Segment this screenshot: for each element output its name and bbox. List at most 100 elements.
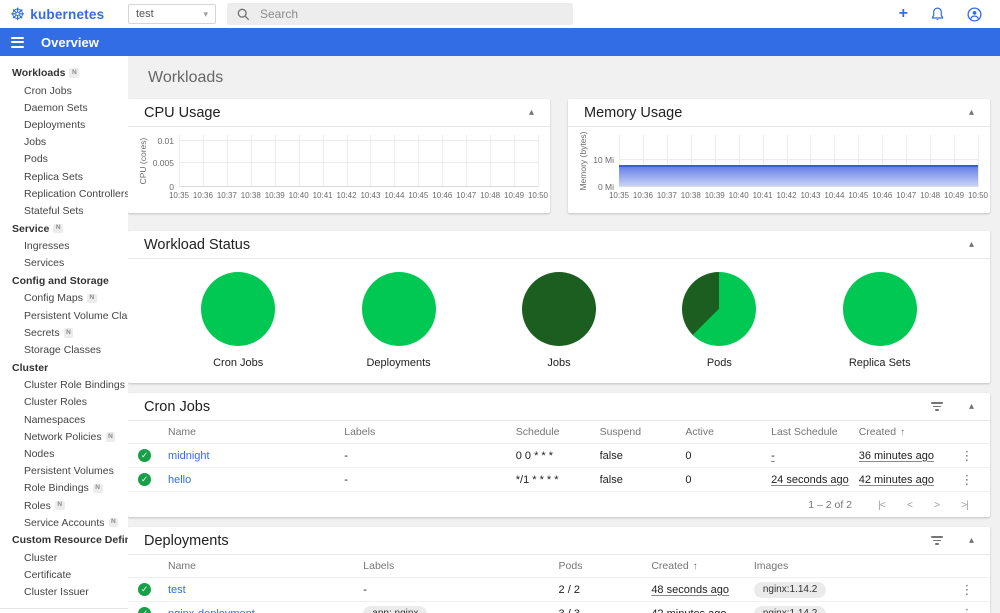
grid-line <box>179 140 538 142</box>
search-icon <box>237 8 250 21</box>
sort-ascending-icon: ↑ <box>900 426 906 438</box>
pie-chart <box>842 272 917 346</box>
collapse-icon[interactable]: ▴ <box>969 535 974 546</box>
add-resource-button[interactable]: + <box>899 6 908 22</box>
suspend-cell: false <box>599 473 623 486</box>
deployments-card: Deployments ▴ Name Labels Pods Created ↑ Imag… <box>128 527 990 613</box>
workload-pie-jobs: Jobs <box>521 272 596 369</box>
namespace-value: test <box>136 8 154 20</box>
sidebar-group-workloads[interactable]: Workloads N <box>0 64 128 82</box>
last-schedule-cell: 24 seconds ago <box>771 473 849 486</box>
suspend-cell: false <box>599 449 623 462</box>
row-actions-menu[interactable]: ⋮ <box>954 582 980 598</box>
kubernetes-logo[interactable]: ☸ kubernetes <box>0 6 128 23</box>
header-actions: + <box>899 6 1000 22</box>
collapse-icon[interactable]: ▴ <box>529 107 534 118</box>
column-header-labels[interactable]: Labels <box>363 560 558 572</box>
sidebar-item-cluster-roles[interactable]: Cluster Roles <box>0 394 128 411</box>
sidebar-group-service[interactable]: Service N <box>0 220 128 238</box>
deployment-name-link[interactable]: test <box>168 584 363 596</box>
x-tick-label: 10:37 <box>656 191 677 200</box>
cron-job-name-link[interactable]: midnight <box>168 450 344 462</box>
sidebar-item-storage-classes[interactable]: Storage Classes <box>0 341 128 358</box>
column-header-created[interactable]: Created ↑ <box>859 426 954 438</box>
memory-usage-card: Memory Usage ▴ Memory (bytes) 0 Mi 10 Mi … <box>568 99 990 213</box>
search-input[interactable] <box>260 7 563 21</box>
first-page-icon[interactable]: |< <box>878 499 886 511</box>
sidebar-item-nodes[interactable]: Nodes <box>0 445 128 462</box>
collapse-icon[interactable]: ▴ <box>969 239 974 250</box>
sidebar-item-cluster-issuer[interactable]: Cluster Issuer <box>0 584 128 601</box>
sidebar-item-cluster-role-bindings[interactable]: Cluster Role Bindings <box>0 377 128 394</box>
sidebar-divider <box>0 607 128 609</box>
sidebar-group-cluster[interactable]: Cluster <box>0 359 128 377</box>
last-page-icon[interactable]: >| <box>961 499 969 511</box>
sidebar-item-service-accounts[interactable]: Service Accounts N <box>0 514 128 531</box>
sidebar-item-cron-jobs[interactable]: Cron Jobs <box>0 82 128 99</box>
pie-label: Pods <box>706 357 732 369</box>
sidebar-item-stateful-sets[interactable]: Stateful Sets <box>0 202 128 219</box>
sidebar-item-replication-controllers[interactable]: Replication Controllers <box>0 185 128 202</box>
sidebar-item-persistent-volume-claims[interactable]: Persistent Volume ClaimsN <box>0 307 128 324</box>
sidebar-group-custom-resource-definitions[interactable]: Custom Resource Definitions <box>0 531 128 549</box>
sidebar-item-role-bindings[interactable]: Role Bindings N <box>0 480 128 497</box>
column-header-name[interactable]: Name <box>168 560 363 572</box>
notifications-bell-icon[interactable] <box>931 7 944 21</box>
sidebar-item-deployments[interactable]: Deployments <box>0 116 128 133</box>
filter-icon[interactable] <box>930 536 943 545</box>
search-bar[interactable] <box>227 3 573 25</box>
sidebar-item-label: Jobs <box>24 136 47 149</box>
sidebar-item-label: Cluster Role Bindings <box>24 379 125 392</box>
cron-job-name-link[interactable]: hello <box>168 474 344 486</box>
sidebar-item-label: Certificate <box>24 569 72 582</box>
column-header-label: Name <box>168 426 197 438</box>
sidebar-item-config-maps[interactable]: Config Maps N <box>0 290 128 307</box>
pie-label: Replica Sets <box>848 357 911 369</box>
sidebar-item-persistent-volumes[interactable]: Persistent Volumes <box>0 463 128 480</box>
new-items-badge: N <box>92 483 103 494</box>
sidebar-item-services[interactable]: Services <box>0 255 128 272</box>
usage-charts-row: CPU Usage ▴ CPU (cores) 0 0.005 0.01 10:35… <box>128 99 990 213</box>
next-page-icon[interactable]: > <box>934 499 940 511</box>
sidebar-item-ingresses[interactable]: Ingresses <box>0 238 128 255</box>
x-tick-label: 10:37 <box>216 191 237 200</box>
column-header-schedule[interactable]: Schedule <box>516 426 600 438</box>
collapse-icon[interactable]: ▴ <box>969 401 974 412</box>
row-actions-menu[interactable]: ⋮ <box>954 472 980 488</box>
sidebar-item-certificate[interactable]: Certificate <box>0 567 128 584</box>
sidebar-item-secrets[interactable]: Secrets N <box>0 324 128 341</box>
row-actions-menu[interactable]: ⋮ <box>954 606 980 613</box>
column-header-active[interactable]: Active <box>685 426 771 438</box>
column-header-pods[interactable]: Pods <box>559 560 652 572</box>
sidebar-item-roles[interactable]: Roles N <box>0 497 128 514</box>
x-tick-label: 10:38 <box>240 191 261 200</box>
x-tick-label: 10:44 <box>384 191 405 200</box>
sidebar-item-network-policies[interactable]: Network Policies N <box>0 428 128 445</box>
column-header-images[interactable]: Images <box>754 560 954 572</box>
namespace-selector[interactable]: test ▾ <box>128 4 216 24</box>
sidebar-item-pods[interactable]: Pods <box>0 151 128 168</box>
column-header-labels[interactable]: Labels <box>344 426 515 438</box>
x-tick-label: 10:36 <box>192 191 213 200</box>
deployment-name-link[interactable]: nginx-deployment <box>168 608 363 613</box>
column-header-created[interactable]: Created ↑ <box>651 560 754 572</box>
sidebar-item-daemon-sets[interactable]: Daemon Sets <box>0 99 128 116</box>
row-actions-menu[interactable]: ⋮ <box>954 448 980 464</box>
sidebar-item-namespaces[interactable]: Namespaces <box>0 411 128 428</box>
workload-pie-deployments: Deployments <box>361 272 436 369</box>
column-header-last-schedule[interactable]: Last Schedule <box>771 426 859 438</box>
user-account-icon[interactable] <box>967 6 982 22</box>
column-header-suspend[interactable]: Suspend <box>600 426 686 438</box>
sidebar-item-cluster[interactable]: Cluster <box>0 549 128 566</box>
filter-icon[interactable] <box>930 402 943 411</box>
column-header-label: Labels <box>344 426 376 438</box>
sidebar-item-replica-sets[interactable]: Replica Sets <box>0 168 128 185</box>
sidebar-group-config-and-storage[interactable]: Config and Storage <box>0 272 128 290</box>
column-header-name[interactable]: Name <box>168 426 344 438</box>
menu-icon[interactable] <box>11 36 24 48</box>
sort-ascending-icon: ↑ <box>692 560 698 572</box>
collapse-icon[interactable]: ▴ <box>969 107 974 118</box>
previous-page-icon[interactable]: < <box>907 499 913 511</box>
sidebar-item-jobs[interactable]: Jobs <box>0 134 128 151</box>
x-tick-label: 10:38 <box>680 191 701 200</box>
